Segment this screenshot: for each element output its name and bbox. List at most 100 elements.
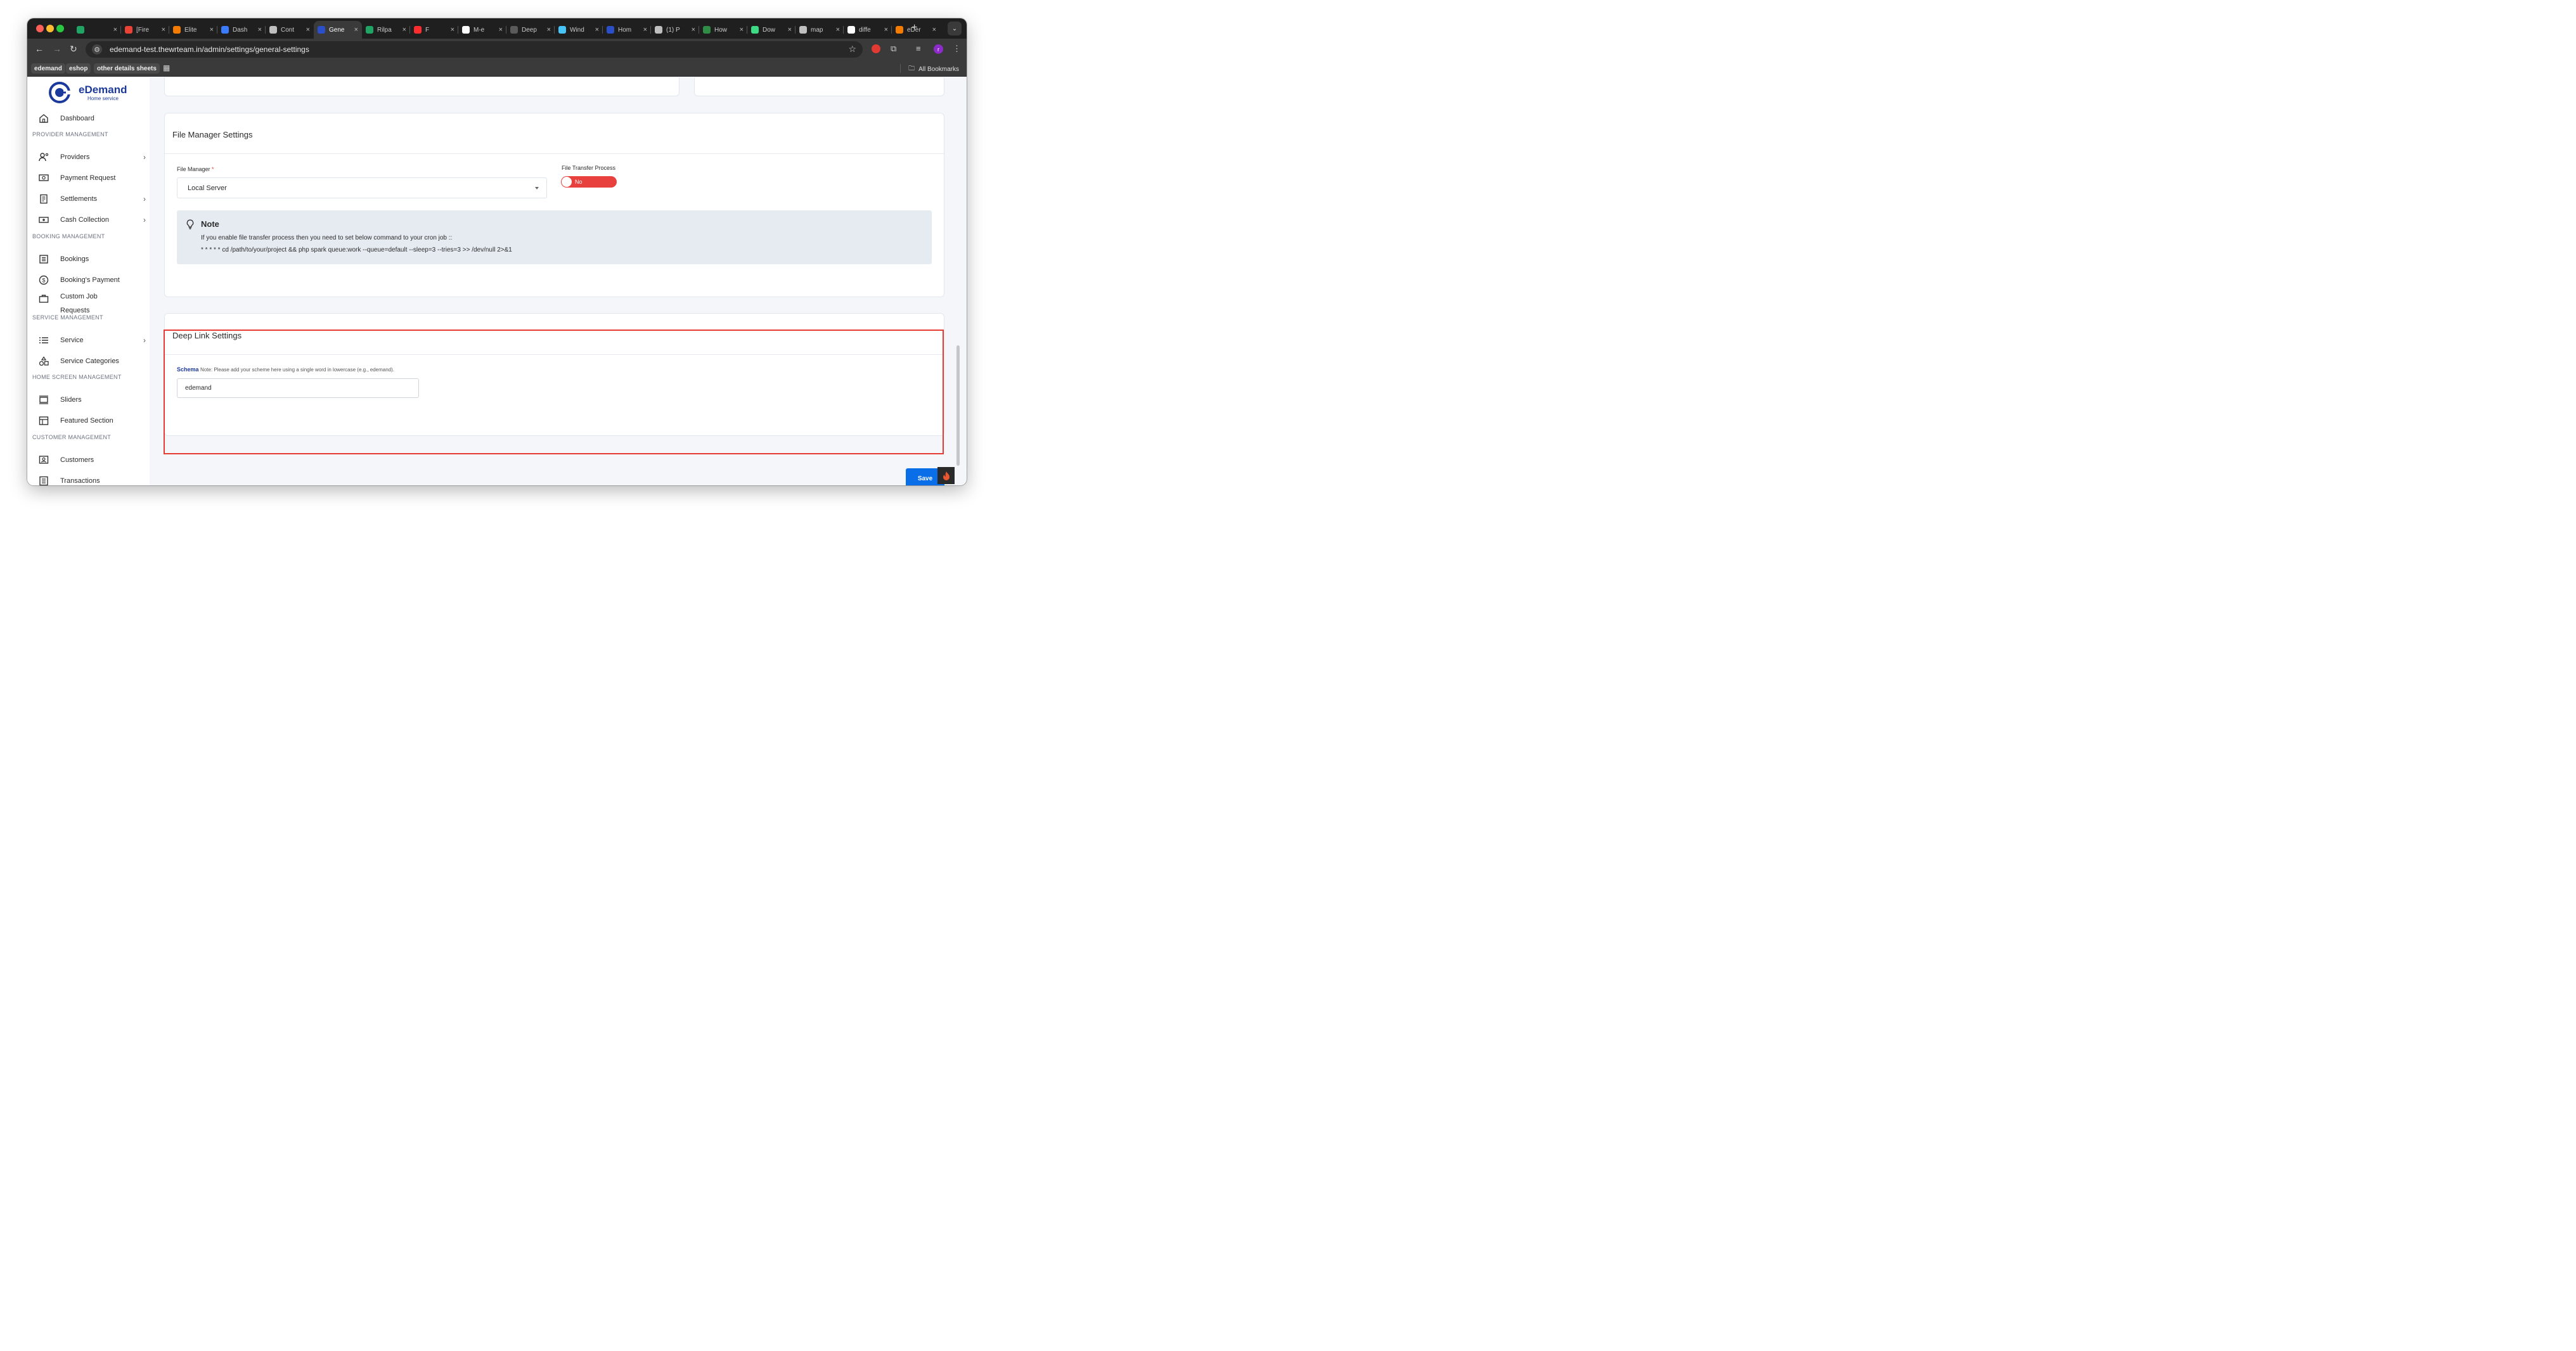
browser-tab[interactable]: M-e × — [458, 21, 506, 39]
page-scrollbar[interactable] — [955, 77, 961, 485]
close-tab-icon[interactable]: × — [210, 26, 214, 34]
tab-separator — [265, 26, 266, 34]
file-transfer-toggle[interactable]: No — [561, 176, 617, 188]
close-tab-icon[interactable]: × — [402, 26, 406, 34]
sidebar-item-sliders[interactable]: Sliders — [38, 395, 146, 405]
sidebar-item-providers[interactable]: Providers › — [38, 152, 146, 162]
browser-tab[interactable]: F × — [410, 21, 458, 39]
bookmarks-bar: edemand eshop other details sheets ▦ 🗀 A… — [27, 60, 967, 77]
chevron-right-icon: › — [143, 215, 146, 224]
sidebar-item-service-categories[interactable]: Service Categories — [38, 356, 146, 366]
apps-grid-icon[interactable]: ▦ — [163, 63, 170, 72]
brand-logo[interactable]: eDemand Home service — [48, 81, 127, 104]
new-tab-button[interactable]: + — [911, 22, 917, 34]
browser-tab[interactable]: Dow × — [747, 21, 795, 39]
sidebar-item-label: Service Categories — [60, 357, 119, 365]
close-tab-icon[interactable]: × — [932, 26, 936, 34]
forward-icon[interactable]: → — [53, 44, 61, 54]
browser-tab[interactable]: Rilpa × — [362, 21, 410, 39]
close-window-button[interactable] — [36, 25, 44, 32]
browser-tab[interactable]: (1) P × — [651, 21, 699, 39]
tab-title: Gene — [329, 26, 345, 34]
browser-tab[interactable]: Deep × — [506, 21, 555, 39]
sidebar-item-settlements[interactable]: Settlements › — [38, 194, 146, 204]
sidebar-item-label: Custom Job — [60, 293, 98, 300]
browser-tab[interactable]: × — [73, 21, 121, 39]
browser-tab[interactable]: Gene × — [314, 21, 362, 39]
sidebar-item-dashboard[interactable]: Dashboard — [38, 113, 146, 124]
close-tab-icon[interactable]: × — [354, 26, 358, 34]
site-info-icon[interactable]: ⚙ — [92, 44, 102, 54]
browser-tab[interactable]: Cont × — [266, 21, 314, 39]
bookmark-edemand[interactable]: edemand — [31, 63, 65, 74]
tab-title: How — [714, 26, 728, 34]
bookmark-star-icon[interactable]: ☆ — [848, 44, 856, 54]
file-manager-select[interactable]: Local Server — [177, 177, 547, 198]
browser-tab[interactable]: Hom × — [603, 21, 651, 39]
bookmark-eshop[interactable]: eshop — [66, 63, 91, 74]
close-tab-icon[interactable]: × — [884, 26, 888, 34]
close-tab-icon[interactable]: × — [306, 26, 310, 34]
extensions-puzzle-icon[interactable]: ⧉ — [891, 44, 896, 54]
globe-icon — [655, 26, 662, 34]
browser-tab[interactable]: Dash × — [217, 21, 266, 39]
sidebar-item-label: Cash Collection — [60, 216, 110, 224]
openai-icon — [269, 26, 277, 34]
close-tab-icon[interactable]: × — [451, 26, 454, 34]
browser-tab[interactable]: How × — [699, 21, 747, 39]
main-content: File Manager Settings File Manager * Loc… — [150, 77, 961, 485]
section-title-booking: BOOKING MANAGEMENT — [32, 233, 105, 240]
tab-title: Cont — [281, 26, 295, 34]
browser-tab[interactable]: [Fire × — [121, 21, 169, 39]
reload-icon[interactable]: ↻ — [70, 44, 77, 54]
browser-menu-icon[interactable]: ⋮ — [953, 44, 961, 54]
close-tab-icon[interactable]: × — [162, 26, 165, 34]
bookmark-other-details-sheets[interactable]: other details sheets — [94, 63, 160, 74]
tab-title: diffe — [859, 26, 871, 34]
scrollbar-thumb[interactable] — [956, 345, 960, 466]
back-icon[interactable]: ← — [35, 44, 44, 54]
briefcase-icon — [38, 293, 49, 304]
close-tab-icon[interactable]: × — [788, 26, 792, 34]
tab-title: Rilpa — [377, 26, 392, 34]
close-tab-icon[interactable]: × — [258, 26, 262, 34]
close-tab-icon[interactable]: × — [836, 26, 840, 34]
sheets-icon — [77, 26, 84, 34]
close-tab-icon[interactable]: × — [740, 26, 744, 34]
sidebar-item-service[interactable]: Service › — [38, 335, 146, 345]
close-tab-icon[interactable]: × — [113, 26, 117, 34]
tab-search-button[interactable]: ⌄ — [948, 22, 962, 35]
close-tab-icon[interactable]: × — [643, 26, 647, 34]
section-title-customer: CUSTOMER MANAGEMENT — [32, 434, 112, 440]
sidebar-item-featured-section[interactable]: Featured Section — [38, 416, 146, 426]
codeigniter-debug-icon[interactable] — [937, 467, 955, 484]
close-tab-icon[interactable]: × — [499, 26, 503, 34]
file-manager-label: File Manager * — [177, 166, 214, 172]
sidebar-item-customers[interactable]: Customers — [38, 455, 146, 465]
profile-avatar[interactable]: r — [934, 44, 943, 54]
sidebar-item-bookings-payment[interactable]: $ Booking's Payment — [38, 275, 146, 285]
browser-tab[interactable]: Elite × — [169, 21, 217, 39]
all-bookmarks-button[interactable]: 🗀 All Bookmarks — [908, 64, 959, 75]
sidebar-item-transactions[interactable]: Transactions — [38, 476, 146, 485]
close-tab-icon[interactable]: × — [692, 26, 695, 34]
address-bar[interactable]: ⚙ edemand-test.thewrteam.in/admin/settin… — [86, 41, 863, 58]
browser-tab[interactable]: diffe × — [844, 21, 892, 39]
close-tab-icon[interactable]: × — [547, 26, 551, 34]
receipt-icon — [38, 194, 49, 204]
extension-icon[interactable] — [872, 44, 880, 53]
close-tab-icon[interactable]: × — [595, 26, 599, 34]
tab-separator — [120, 26, 121, 34]
browser-tab[interactable]: map × — [795, 21, 844, 39]
minimize-window-button[interactable] — [46, 25, 54, 32]
media-queue-icon[interactable]: ≡ — [916, 44, 921, 53]
sidebar-item-bookings[interactable]: Bookings — [38, 254, 146, 264]
sidebar-item-cash-collection[interactable]: Cash Collection › — [38, 215, 146, 225]
sidebar-item-payment-request[interactable]: Payment Request — [38, 173, 146, 183]
maximize-window-button[interactable] — [56, 25, 64, 32]
sidebar-item-label: Sliders — [60, 396, 82, 404]
tab-strip: × [Fire × Elite × Dash × Cont × Gene × Rilpa × F × M-e ×… — [27, 18, 967, 39]
sidebar-item-custom-job-requests[interactable]: Custom Job Requests — [38, 290, 146, 317]
note-box: Note If you enable file transfer process… — [177, 210, 932, 264]
browser-tab[interactable]: Wind × — [555, 21, 603, 39]
